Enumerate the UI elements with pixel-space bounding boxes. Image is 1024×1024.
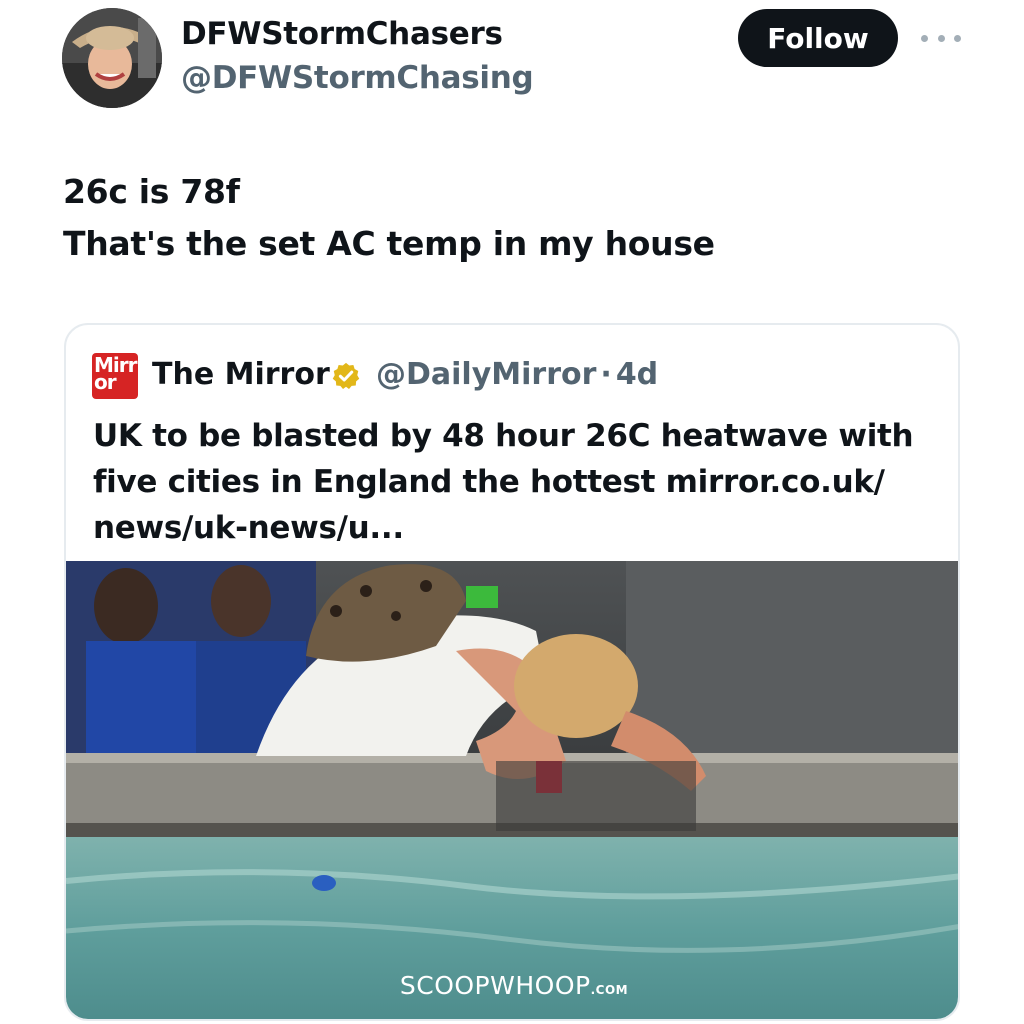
image-watermark: SCOOPWHOOP.COM: [66, 971, 958, 1000]
quoted-tweet-card[interactable]: Mirr or The Mirror @DailyMirror · 4d UK to…: [64, 323, 960, 1021]
display-name[interactable]: DFWStormChasers: [181, 16, 503, 52]
user-handle[interactable]: @DFWStormChasing: [181, 60, 534, 96]
quoted-display-name[interactable]: The Mirror: [152, 357, 330, 392]
quoted-handle[interactable]: @DailyMirror: [376, 357, 596, 392]
verified-badge-icon: [332, 362, 360, 389]
tweet-line: 26c is 78f: [63, 172, 240, 211]
avatar-photo: [62, 8, 162, 108]
quoted-tweet-image[interactable]: SCOOPWHOOP.COM: [66, 561, 958, 1019]
tweet-text: 26c is 78f That's the set AC temp in my …: [63, 166, 963, 270]
tweet-line: That's the set AC temp in my house: [63, 224, 715, 263]
heatwave-photo: [66, 561, 958, 1019]
mirror-logo[interactable]: Mirr or: [92, 353, 138, 399]
more-dot: [954, 34, 961, 42]
quoted-text-line: UK to be blasted by 48 hour 26C heatwave…: [93, 418, 914, 454]
quoted-timestamp[interactable]: 4d: [616, 357, 658, 392]
separator-dot: ·: [600, 357, 612, 392]
quoted-handle-time[interactable]: @DailyMirror · 4d: [376, 357, 658, 392]
more-dot: [937, 34, 945, 42]
watermark-text: SCOOPWHOOP: [399, 971, 591, 1000]
follow-button[interactable]: Follow: [738, 9, 898, 67]
avatar[interactable]: [62, 8, 162, 108]
watermark-suffix: .COM: [590, 983, 629, 997]
quoted-text-line: news/uk-news/u...: [93, 510, 404, 546]
more-horizontal-icon[interactable]: [921, 28, 961, 48]
quoted-text-line: five cities in England the hottest mirro…: [93, 464, 885, 500]
quoted-tweet-text: UK to be blasted by 48 hour 26C heatwave…: [93, 413, 933, 551]
more-dot: [921, 34, 928, 42]
